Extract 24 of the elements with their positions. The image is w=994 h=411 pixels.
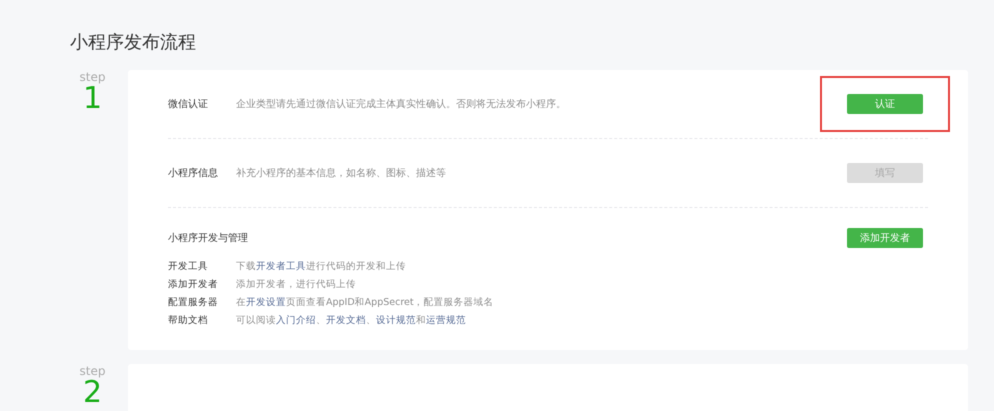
link[interactable]: 开发文档: [326, 315, 366, 326]
row-description: 企业类型请先通过微信认证完成主体真实性确认。否则将无法发布小程序。: [236, 98, 567, 111]
step-label: step: [80, 70, 106, 84]
row-label: 微信认证: [168, 98, 209, 111]
item-description: 下载开发者工具进行代码的开发和上传: [236, 260, 406, 274]
item-description: 添加开发者，进行代码上传: [236, 278, 356, 292]
item-description: 可以阅读入门介绍、开发文档、设计规范和运营规范: [236, 314, 466, 328]
link[interactable]: 设计规范: [376, 315, 416, 326]
item-description: 在开发设置页面查看AppID和AppSecret，配置服务器域名: [236, 296, 494, 310]
section-heading: 小程序开发与管理: [168, 232, 248, 245]
page-title: 小程序发布流程: [70, 31, 197, 54]
row-label: 小程序信息: [168, 166, 219, 180]
row-description: 补充小程序的基本信息，如名称、图标、描述等: [236, 166, 447, 180]
item-label: 帮助文档: [168, 314, 209, 328]
link[interactable]: 运营规范: [426, 315, 466, 326]
step-number: 2: [82, 378, 102, 408]
link[interactable]: 开发设置: [246, 297, 286, 308]
link[interactable]: 入门介绍: [276, 315, 316, 326]
item-label: 添加开发者: [168, 278, 219, 292]
step-label: step: [80, 364, 106, 378]
item-label: 开发工具: [168, 260, 209, 274]
step-number: 1: [82, 84, 102, 114]
item-label: 配置服务器: [168, 296, 219, 310]
link[interactable]: 开发者工具: [256, 261, 306, 272]
